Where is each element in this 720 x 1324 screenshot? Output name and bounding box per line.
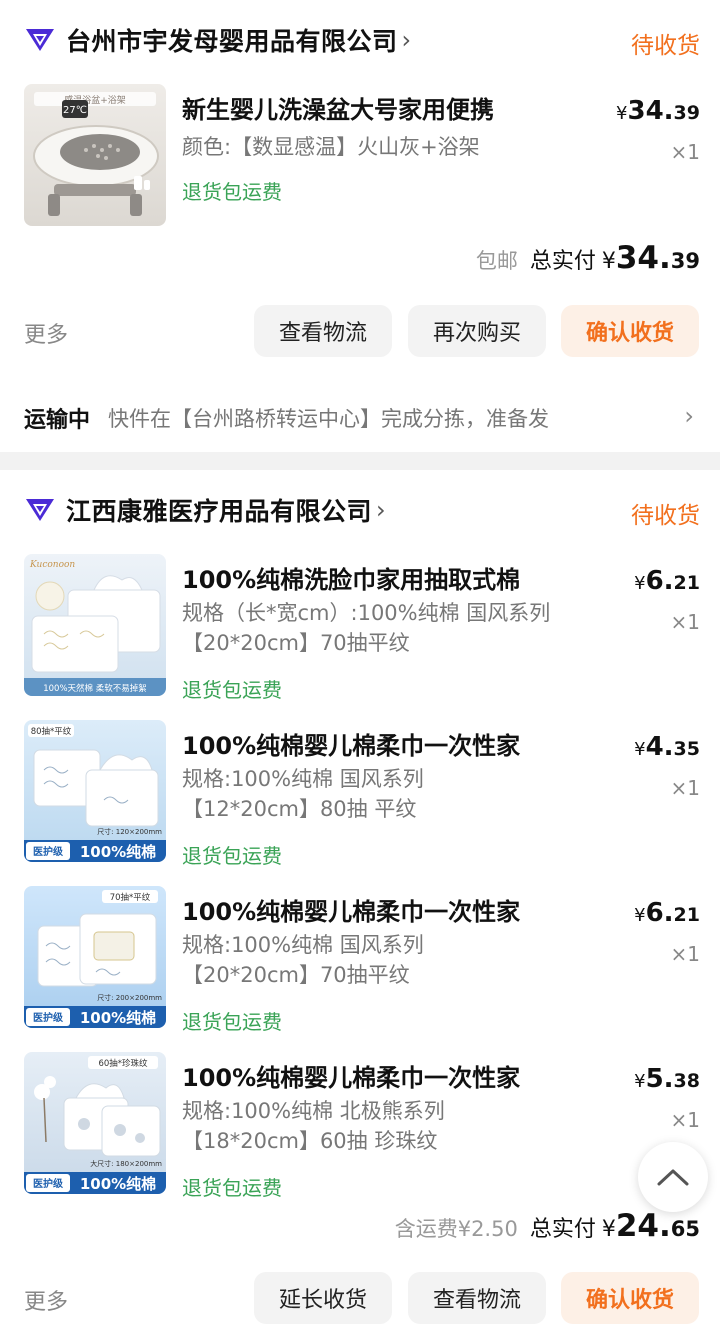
- chevron-right-icon: ›: [376, 496, 386, 524]
- refund-shipping-tag: 退货包运费: [182, 1176, 282, 1200]
- svg-text:Kuconoon: Kuconoon: [29, 560, 75, 570]
- view-logistics-button[interactable]: 查看物流: [254, 305, 392, 357]
- product-price: ¥5.38: [634, 1064, 700, 1094]
- svg-text:70抽*平纹: 70抽*平纹: [110, 892, 151, 903]
- product-quantity: ×1: [670, 776, 700, 800]
- refund-shipping-tag: 退货包运费: [182, 678, 282, 702]
- refund-shipping-tag: 退货包运费: [182, 180, 282, 204]
- total-decimal: 65: [670, 1217, 700, 1241]
- svg-text:27℃: 27℃: [63, 105, 87, 116]
- product-spec: 规格:100%纯棉 国风系列【20*20cm】70抽平纹: [182, 933, 424, 987]
- order-total: 包邮 总实付 ¥ 34. 39: [476, 240, 700, 276]
- product-quantity: ×1: [670, 140, 700, 164]
- soft-towel-image: 70抽*平纹 尺寸: 200×200mm 医护级 100%纯棉: [24, 890, 166, 1028]
- order-item[interactable]: 80抽*平纹 尺寸: 120×200mm 医护级 100%纯棉 100%纯棉婴儿…: [0, 720, 720, 870]
- shipping-status-label: 运输中: [24, 408, 91, 433]
- total-integer: 24.: [615, 1208, 671, 1244]
- chevron-right-icon: ›: [401, 26, 412, 54]
- product-title[interactable]: 100%纯棉洗脸巾家用抽取式棉: [182, 560, 562, 595]
- extend-receipt-button[interactable]: 延长收货: [254, 1272, 392, 1324]
- order-card-2: 江西康雅医疗用品有限公司 › 待收货 Kuconoon 100%天然棉 柔软不易…: [0, 470, 720, 1324]
- store-badge-icon: [26, 499, 54, 521]
- svg-text:100%纯棉: 100%纯棉: [80, 1175, 156, 1193]
- product-spec: 规格（长*宽cm）:100%纯棉 国风系列【20*20cm】70抽平纹: [182, 601, 551, 655]
- store-name: 江西康雅医疗用品有限公司: [66, 497, 373, 526]
- buy-again-button[interactable]: 再次购买: [408, 305, 546, 357]
- shipping-status-row[interactable]: 运输中 快件在【台州路桥转运中心】完成分拣，准备发 ›: [24, 396, 700, 440]
- confirm-receipt-button[interactable]: 确认收货: [561, 1272, 699, 1324]
- product-spec: 规格:100%纯棉 北极熊系列【18*20cm】60抽 珍珠纹: [182, 1099, 445, 1153]
- order-item[interactable]: Kuconoon 100%天然棉 柔软不易掉絮 100%纯棉洗脸巾家用抽取式棉 …: [0, 554, 720, 704]
- refund-shipping-tag: 退货包运费: [182, 1010, 282, 1034]
- store-badge-icon: [26, 29, 54, 51]
- svg-text:大尺寸: 180×200mm: 大尺寸: 180×200mm: [90, 1159, 162, 1168]
- total-label: 总实付: [529, 1217, 596, 1242]
- order-item[interactable]: 70抽*平纹 尺寸: 200×200mm 医护级 100%纯棉 100%纯棉婴儿…: [0, 886, 720, 1036]
- view-logistics-button[interactable]: 查看物流: [408, 1272, 546, 1324]
- soft-towel-image: 60抽*珍珠纹 大尺寸: 180×200mm 医护级 100%纯棉: [24, 1056, 166, 1194]
- product-quantity: ×1: [670, 942, 700, 966]
- store-header[interactable]: 江西康雅医疗用品有限公司 ›: [24, 488, 386, 532]
- store-name: 台州市宇发母婴用品有限公司: [66, 27, 398, 56]
- product-title[interactable]: 100%纯棉婴儿棉柔巾一次性家: [182, 726, 562, 761]
- product-image[interactable]: 80抽*平纹 尺寸: 120×200mm 医护级 100%纯棉: [24, 720, 166, 862]
- order-status: 待收货: [631, 503, 700, 529]
- svg-text:尺寸: 200×200mm: 尺寸: 200×200mm: [97, 993, 162, 1002]
- svg-text:100%天然棉 柔软不易掉絮: 100%天然棉 柔软不易掉絮: [43, 683, 147, 694]
- shipping-note: 包邮: [475, 249, 518, 273]
- svg-text:医护级: 医护级: [33, 1011, 64, 1024]
- product-image[interactable]: 60抽*珍珠纹 大尺寸: 180×200mm 医护级 100%纯棉: [24, 1052, 166, 1194]
- shipping-status-text: 快件在【台州路桥转运中心】完成分拣，准备发: [108, 407, 550, 431]
- total-currency: ¥: [601, 249, 616, 274]
- product-image[interactable]: 感温浴盆+浴架 27℃: [24, 84, 166, 226]
- product-price: ¥6.21: [634, 566, 700, 596]
- scroll-to-top-button[interactable]: [638, 1142, 708, 1212]
- total-currency: ¥: [601, 1217, 616, 1242]
- store-header[interactable]: 台州市宇发母婴用品有限公司 ›: [24, 18, 411, 62]
- product-spec: 颜色:【数显感温】火山灰+浴架: [182, 135, 480, 159]
- order-status: 待收货: [631, 33, 700, 59]
- product-spec: 规格:100%纯棉 国风系列【12*20cm】80抽 平纹: [182, 767, 424, 821]
- product-title[interactable]: 100%纯棉婴儿棉柔巾一次性家: [182, 892, 562, 927]
- order-card-1: 台州市宇发母婴用品有限公司 › 待收货 感温浴盆+浴架 27℃ 新生婴儿洗澡盆大…: [0, 0, 720, 452]
- svg-text:医护级: 医护级: [33, 1177, 64, 1190]
- product-title[interactable]: 100%纯棉婴儿棉柔巾一次性家: [182, 1058, 562, 1093]
- order-item[interactable]: 60抽*珍珠纹 大尺寸: 180×200mm 医护级 100%纯棉 100%纯棉…: [0, 1052, 720, 1202]
- total-integer: 34.: [615, 240, 671, 276]
- product-image[interactable]: 70抽*平纹 尺寸: 200×200mm 医护级 100%纯棉: [24, 886, 166, 1028]
- product-image[interactable]: Kuconoon 100%天然棉 柔软不易掉絮: [24, 554, 166, 696]
- product-price: ¥34.39: [616, 96, 700, 126]
- chevron-right-icon: ›: [684, 402, 694, 430]
- svg-text:尺寸: 120×200mm: 尺寸: 120×200mm: [97, 827, 162, 836]
- product-price: ¥4.35: [634, 732, 700, 762]
- svg-text:100%纯棉: 100%纯棉: [80, 843, 156, 861]
- total-label: 总实付: [529, 249, 596, 274]
- total-decimal: 39: [670, 249, 700, 273]
- confirm-receipt-button[interactable]: 确认收货: [561, 305, 699, 357]
- product-price: ¥6.21: [634, 898, 700, 928]
- product-quantity: ×1: [670, 1108, 700, 1132]
- svg-text:80抽*平纹: 80抽*平纹: [31, 726, 72, 737]
- order-separator: [0, 452, 720, 470]
- svg-text:100%纯棉: 100%纯棉: [80, 1009, 156, 1027]
- product-title[interactable]: 新生婴儿洗澡盆大号家用便携: [182, 90, 562, 125]
- svg-text:医护级: 医护级: [33, 845, 64, 858]
- more-link[interactable]: 更多: [24, 1284, 68, 1316]
- face-towel-image: Kuconoon 100%天然棉 柔软不易掉絮: [24, 560, 166, 696]
- refund-shipping-tag: 退货包运费: [182, 844, 282, 868]
- order-item[interactable]: 感温浴盆+浴架 27℃ 新生婴儿洗澡盆大号家用便携 颜色:【数显感温】火山灰+浴…: [0, 84, 720, 234]
- soft-towel-image: 80抽*平纹 尺寸: 120×200mm 医护级 100%纯棉: [24, 724, 166, 862]
- svg-text:60抽*珍珠纹: 60抽*珍珠纹: [98, 1058, 148, 1069]
- shipping-note: 含运费¥2.50: [394, 1217, 518, 1241]
- product-quantity: ×1: [670, 610, 700, 634]
- chevron-up-icon: [657, 1169, 689, 1186]
- order-total: 含运费¥2.50 总实付 ¥ 24. 65: [395, 1208, 700, 1244]
- more-link[interactable]: 更多: [24, 317, 68, 349]
- bathtub-image: 感温浴盆+浴架 27℃: [33, 92, 159, 216]
